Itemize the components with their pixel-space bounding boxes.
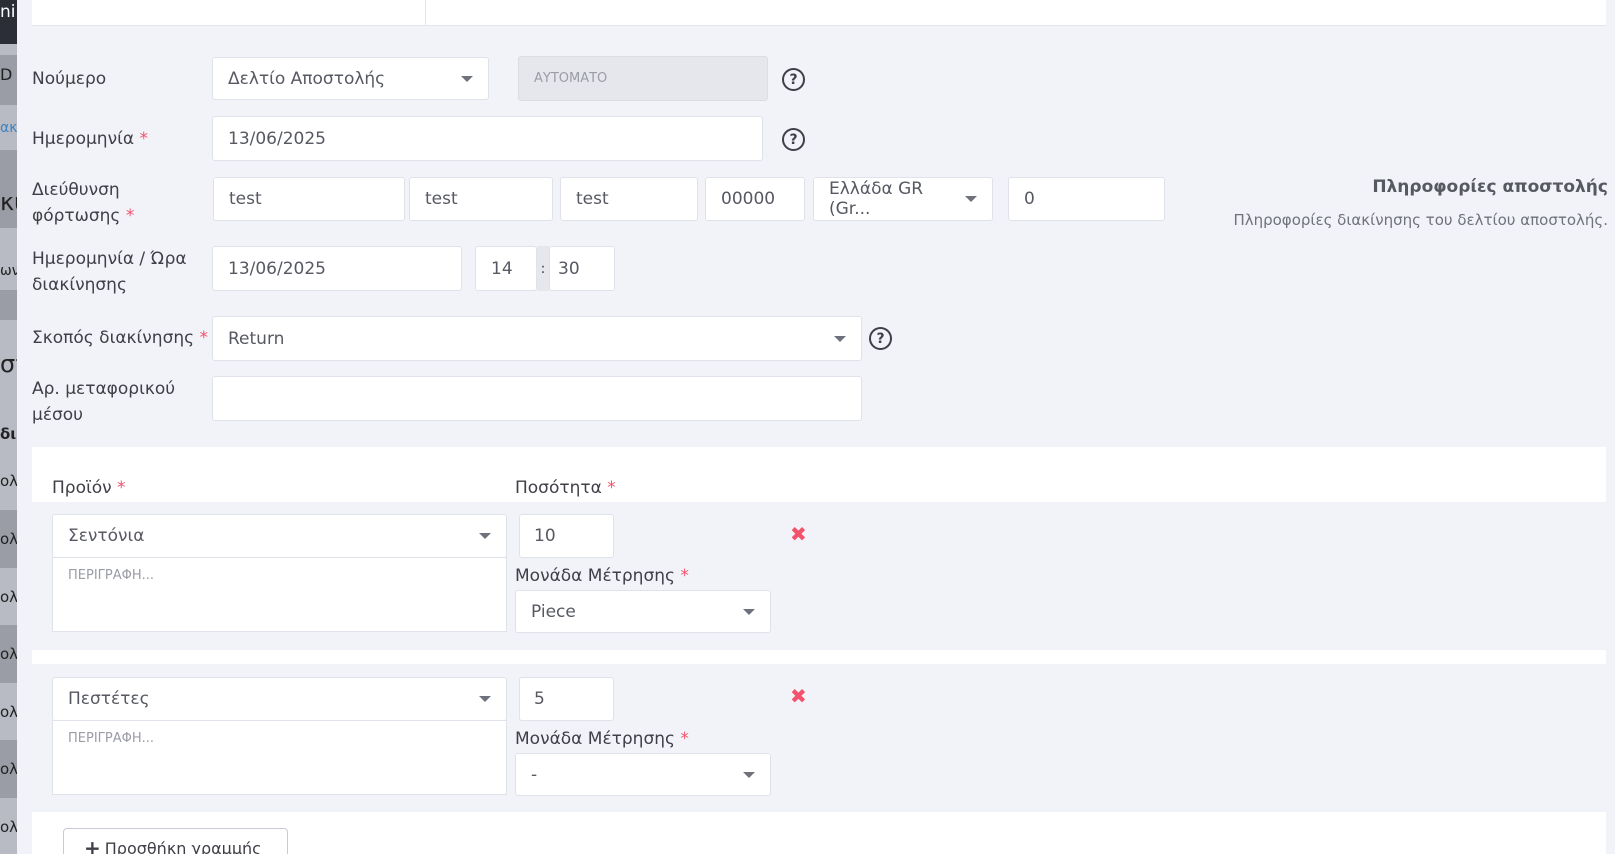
chevron-down-icon (743, 771, 755, 778)
plus-icon: + (84, 836, 101, 854)
address-extra-input[interactable]: 0 (1008, 177, 1165, 221)
line-quantity-input[interactable]: 10 (519, 514, 614, 558)
vehicle-number-input[interactable] (212, 376, 862, 421)
line-quantity-input[interactable]: 5 (519, 677, 614, 721)
purpose-select[interactable]: Return (212, 316, 862, 361)
background-fragment: ολ (0, 530, 17, 548)
help-icon[interactable]: ? (782, 128, 805, 151)
loading-address-label: Διεύθυνση φόρτωσης * (32, 180, 135, 226)
background-fragment: ων (0, 263, 17, 279)
date-label: Ημερομηνία * (32, 129, 148, 149)
background-fragment: ολ (0, 472, 17, 490)
dispatch-date-input[interactable]: 13/06/2025 (212, 246, 462, 291)
time-separator: : (537, 246, 549, 291)
product-header: Προϊόν * (52, 478, 126, 498)
background-fragment: ολ (0, 760, 17, 778)
line-description-textarea[interactable]: ΠΕΡΙΓΡΑΦΗ... (52, 557, 507, 632)
background-fragment: ολ (0, 703, 17, 721)
line-product-select[interactable]: Σεντόνια (52, 514, 507, 558)
chevron-down-icon (834, 335, 846, 342)
help-icon[interactable]: ? (782, 68, 805, 91)
dispatch-minute-input[interactable]: 30 (549, 246, 615, 291)
chevron-down-icon (743, 608, 755, 615)
purpose-label: Σκοπός διακίνησης * (32, 328, 209, 348)
background-fragment: ni (0, 2, 16, 22)
line-unit-select[interactable]: Piece (515, 590, 771, 633)
background-app-strip: ni D ακί κύ ων στ δι ολ ολ ολ ολ ολ ολ ο… (0, 0, 17, 854)
document-type-select[interactable]: Δελτίο Αποστολής (212, 57, 489, 100)
dispatch-hour-input[interactable]: 14 (475, 246, 537, 291)
add-line-button[interactable]: + Προσθήκη γραμμής (63, 828, 288, 854)
date-input[interactable]: 13/06/2025 (212, 116, 763, 161)
background-fragment: ολ (0, 588, 17, 606)
background-fragment: δι (0, 425, 17, 443)
address-country-select[interactable]: Ελλάδα GR (Gr... (813, 177, 993, 221)
remove-line-icon[interactable]: ✖ (790, 684, 807, 708)
address-city-input[interactable]: test (560, 177, 698, 221)
dispatch-datetime-label: Ημερομηνία / Ώρα διακίνησης (32, 249, 187, 295)
line-product-select[interactable]: Πεστέτες (52, 677, 507, 721)
address-postal-code-input[interactable]: 00000 (705, 177, 805, 221)
line-description-textarea[interactable]: ΠΕΡΙΓΡΑΦΗ... (52, 720, 507, 795)
help-icon[interactable]: ? (869, 327, 892, 350)
vehicle-number-label: Αρ. μεταφορικού μέσου (32, 379, 176, 425)
auto-number-field: ΑΥΤΟΜΑΤΟ (518, 56, 768, 101)
info-title: Πληροφορίες αποστολής (1372, 177, 1608, 197)
chevron-down-icon (479, 696, 491, 702)
quantity-header: Ποσότητα * (515, 478, 616, 498)
background-fragment: κύ (0, 188, 17, 216)
chevron-down-icon (461, 75, 473, 82)
background-fragment: ακί (0, 120, 17, 136)
background-fragment: ολ (0, 645, 17, 663)
address-street-input[interactable]: test (213, 177, 405, 221)
unit-label: Μονάδα Μέτρησης * (515, 566, 689, 586)
info-description: Πληροφορίες διακίνησης του δελτίου αποστ… (1233, 211, 1608, 229)
top-card (32, 0, 1606, 26)
remove-line-icon[interactable]: ✖ (790, 522, 807, 546)
line-unit-select[interactable]: - (515, 753, 771, 796)
background-fragment: D (0, 65, 13, 84)
background-fragment: στ (0, 350, 17, 378)
chevron-down-icon (479, 533, 491, 539)
document-type-value: Δελτίο Αποστολής (228, 68, 386, 89)
unit-label: Μονάδα Μέτρησης * (515, 729, 689, 749)
address-number-input[interactable]: test (409, 177, 553, 221)
chevron-down-icon (965, 196, 977, 202)
number-label: Νούμερο (32, 69, 107, 89)
background-fragment: ολ (0, 818, 17, 836)
